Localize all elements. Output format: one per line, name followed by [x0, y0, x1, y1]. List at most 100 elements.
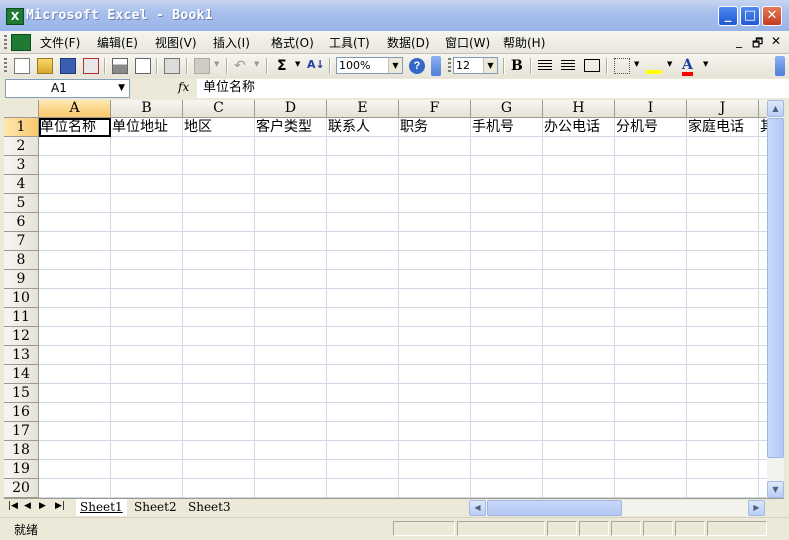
cell[interactable] — [615, 308, 687, 327]
cell[interactable] — [759, 422, 767, 441]
cell[interactable] — [399, 365, 471, 384]
horizontal-scrollbar[interactable]: ◀ ▶ — [469, 500, 765, 516]
cell[interactable] — [255, 270, 327, 289]
cell[interactable] — [39, 327, 111, 346]
cell[interactable] — [471, 384, 543, 403]
cell[interactable] — [687, 460, 759, 479]
cell[interactable] — [327, 289, 399, 308]
row-header-2[interactable]: 2 — [4, 137, 39, 156]
menu-insert[interactable]: 插入(I) — [213, 34, 250, 51]
cell[interactable] — [327, 422, 399, 441]
worksheet-grid[interactable]: A B C D E F G H I J 1 单位名称 单位地址 地区 客户类型 联系人 职务 手机号 办公电话 分机号… — [4, 100, 767, 498]
cell[interactable] — [543, 441, 615, 460]
cell[interactable] — [543, 346, 615, 365]
cell[interactable] — [471, 270, 543, 289]
cell[interactable] — [399, 289, 471, 308]
cell[interactable] — [471, 422, 543, 441]
cell[interactable] — [255, 156, 327, 175]
cell[interactable] — [255, 308, 327, 327]
cell[interactable] — [399, 460, 471, 479]
cell[interactable] — [471, 365, 543, 384]
new-icon[interactable] — [14, 58, 30, 74]
row-header-5[interactable]: 5 — [4, 194, 39, 213]
cell[interactable] — [759, 194, 767, 213]
column-header-c[interactable]: C — [183, 100, 255, 118]
cell[interactable]: 职务 — [399, 118, 471, 137]
cell[interactable] — [111, 194, 183, 213]
cell[interactable]: 办公电话 — [543, 118, 615, 137]
select-all-corner[interactable] — [4, 100, 39, 118]
cell[interactable] — [471, 460, 543, 479]
cell[interactable] — [183, 156, 255, 175]
merge-center-icon[interactable] — [584, 59, 600, 72]
cell[interactable] — [39, 384, 111, 403]
cell[interactable]: 分机号 — [615, 118, 687, 137]
cell[interactable] — [615, 441, 687, 460]
previous-sheet-button[interactable]: ◀ — [24, 501, 31, 511]
row-header-13[interactable]: 13 — [4, 346, 39, 365]
sheet-tab-sheet1[interactable]: Sheet1 — [76, 499, 127, 516]
cell[interactable] — [39, 422, 111, 441]
zoom-combo[interactable]: 100% ▼ — [336, 57, 403, 74]
cell[interactable] — [687, 422, 759, 441]
cell[interactable] — [255, 327, 327, 346]
borders-dropdown-icon[interactable]: ▼ — [634, 60, 639, 68]
doc-close-button[interactable]: ✕ — [771, 34, 781, 48]
cell[interactable] — [327, 384, 399, 403]
permission-icon[interactable] — [83, 58, 99, 74]
print-preview-icon[interactable] — [135, 58, 151, 74]
row-header-12[interactable]: 12 — [4, 327, 39, 346]
cell[interactable] — [39, 403, 111, 422]
cell[interactable] — [615, 460, 687, 479]
cell[interactable] — [39, 194, 111, 213]
row-header-10[interactable]: 10 — [4, 289, 39, 308]
cell[interactable] — [111, 346, 183, 365]
cell[interactable] — [687, 270, 759, 289]
cell[interactable] — [615, 232, 687, 251]
menu-tools[interactable]: 工具(T) — [329, 34, 370, 51]
cell[interactable] — [327, 194, 399, 213]
cell[interactable] — [183, 289, 255, 308]
cell[interactable] — [615, 137, 687, 156]
cell[interactable] — [111, 175, 183, 194]
cell[interactable] — [111, 403, 183, 422]
column-header-a[interactable]: A — [39, 100, 111, 118]
cell[interactable] — [471, 137, 543, 156]
cell[interactable] — [255, 441, 327, 460]
cell[interactable] — [183, 479, 255, 498]
cell[interactable] — [39, 441, 111, 460]
cell[interactable] — [687, 346, 759, 365]
cell[interactable] — [39, 460, 111, 479]
chevron-down-icon[interactable]: ▼ — [388, 58, 402, 73]
fill-color-dropdown-icon[interactable]: ▼ — [667, 60, 672, 68]
cell[interactable] — [183, 403, 255, 422]
menu-window[interactable]: 窗口(W) — [445, 34, 490, 51]
cell[interactable] — [615, 422, 687, 441]
minimize-button[interactable]: _ — [718, 6, 738, 26]
cell[interactable]: 客户类型 — [255, 118, 327, 137]
cell[interactable] — [183, 441, 255, 460]
cell[interactable] — [39, 175, 111, 194]
row-header-6[interactable]: 6 — [4, 213, 39, 232]
cell[interactable] — [183, 232, 255, 251]
paste-icon[interactable] — [194, 58, 210, 74]
row-header-16[interactable]: 16 — [4, 403, 39, 422]
cell[interactable] — [39, 156, 111, 175]
cell[interactable] — [471, 479, 543, 498]
cell[interactable] — [39, 251, 111, 270]
cell[interactable]: 其 — [759, 118, 767, 137]
cell[interactable] — [327, 479, 399, 498]
cell[interactable] — [111, 232, 183, 251]
cell[interactable] — [543, 403, 615, 422]
cell[interactable] — [255, 479, 327, 498]
cell[interactable] — [471, 289, 543, 308]
font-size-combo[interactable]: 12 ▼ — [453, 57, 498, 74]
cell[interactable] — [759, 346, 767, 365]
cell[interactable] — [543, 365, 615, 384]
row-header-18[interactable]: 18 — [4, 441, 39, 460]
cell[interactable] — [687, 365, 759, 384]
row-header-4[interactable]: 4 — [4, 175, 39, 194]
chevron-down-icon[interactable]: ▼ — [483, 58, 497, 73]
cell[interactable] — [471, 194, 543, 213]
cell[interactable] — [111, 156, 183, 175]
